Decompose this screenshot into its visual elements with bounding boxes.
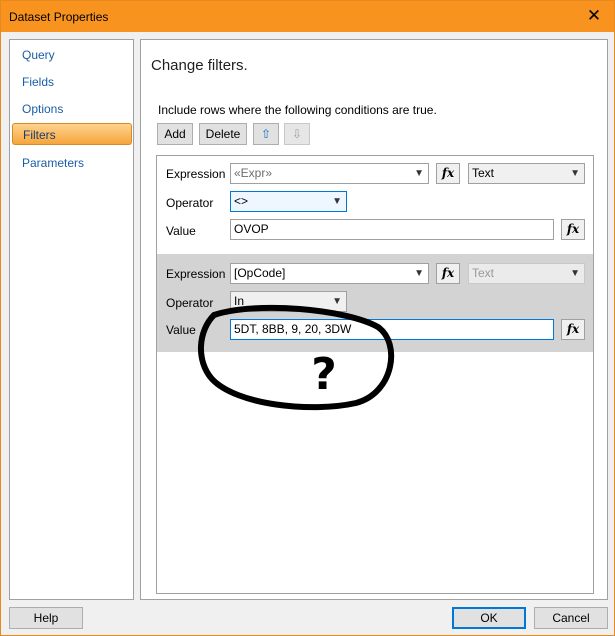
chevron-down-icon[interactable]: ▼ bbox=[570, 164, 580, 183]
operator-value: <> bbox=[234, 194, 249, 208]
operator-combo[interactable]: <> ▼ bbox=[230, 191, 347, 212]
filter-row: Expression «Expr» ▼ fx Text ▼ Operator <… bbox=[157, 156, 593, 254]
expression-value: «Expr» bbox=[234, 166, 273, 180]
fx-icon[interactable]: fx bbox=[436, 163, 460, 184]
chevron-down-icon[interactable]: ▼ bbox=[414, 164, 424, 183]
help-button[interactable]: Help bbox=[9, 607, 83, 629]
cancel-button[interactable]: Cancel bbox=[534, 607, 608, 629]
arrow-down-icon[interactable]: ⇩ bbox=[284, 123, 310, 145]
window-title: Dataset Properties bbox=[9, 10, 109, 24]
value-input[interactable]: 5DT, 8BB, 9, 20, 3DW bbox=[230, 319, 554, 340]
expression-label: Expression bbox=[166, 167, 226, 181]
add-button[interactable]: Add bbox=[157, 123, 193, 145]
chevron-down-icon[interactable]: ▼ bbox=[332, 192, 342, 211]
expression-value: [OpCode] bbox=[234, 266, 286, 280]
filters-page: Change filters. Include rows where the f… bbox=[140, 39, 608, 600]
sidebar-item-fields[interactable]: Fields bbox=[12, 71, 132, 93]
type-combo[interactable]: Text ▼ bbox=[468, 163, 585, 184]
chevron-down-icon[interactable]: ▼ bbox=[332, 292, 342, 311]
close-icon[interactable]: ✕ bbox=[574, 1, 614, 32]
fx-icon[interactable]: fx bbox=[561, 319, 585, 340]
value-input[interactable]: OVOP bbox=[230, 219, 554, 240]
sidebar-item-options[interactable]: Options bbox=[12, 98, 132, 120]
title-bar: Dataset Properties ✕ bbox=[1, 1, 614, 32]
type-value: Text bbox=[472, 166, 495, 180]
sidebar-item-parameters[interactable]: Parameters bbox=[12, 152, 132, 174]
value-label: Value bbox=[166, 323, 196, 337]
expression-combo[interactable]: [OpCode] ▼ bbox=[230, 263, 429, 284]
fx-icon[interactable]: fx bbox=[561, 219, 585, 240]
type-combo[interactable]: Text ▼ bbox=[468, 263, 585, 284]
page-title: Change filters. bbox=[151, 57, 248, 74]
arrow-up-icon[interactable]: ⇧ bbox=[253, 123, 279, 145]
fx-icon[interactable]: fx bbox=[436, 263, 460, 284]
value-label: Value bbox=[166, 224, 196, 238]
ok-button[interactable]: OK bbox=[452, 607, 526, 629]
delete-button[interactable]: Delete bbox=[199, 123, 247, 145]
operator-value: In bbox=[234, 294, 245, 308]
expression-label: Expression bbox=[166, 267, 226, 281]
type-value: Text bbox=[472, 266, 495, 280]
filter-list: Expression «Expr» ▼ fx Text ▼ Operator <… bbox=[156, 155, 594, 594]
chevron-down-icon[interactable]: ▼ bbox=[570, 264, 580, 283]
operator-label: Operator bbox=[166, 196, 214, 210]
filter-row: Expression [OpCode] ▼ fx Text ▼ Operator… bbox=[157, 254, 593, 352]
dataset-properties-dialog: Dataset Properties ✕ Query Fields Option… bbox=[0, 0, 615, 636]
chevron-down-icon[interactable]: ▼ bbox=[414, 264, 424, 283]
sidebar: Query Fields Options Filters Parameters bbox=[9, 39, 134, 600]
expression-combo[interactable]: «Expr» ▼ bbox=[230, 163, 429, 184]
sidebar-item-query[interactable]: Query bbox=[12, 44, 132, 66]
operator-combo[interactable]: In ▼ bbox=[230, 291, 347, 312]
operator-label: Operator bbox=[166, 296, 214, 310]
instruction-text: Include rows where the following conditi… bbox=[158, 103, 437, 117]
sidebar-item-filters[interactable]: Filters bbox=[12, 123, 132, 145]
